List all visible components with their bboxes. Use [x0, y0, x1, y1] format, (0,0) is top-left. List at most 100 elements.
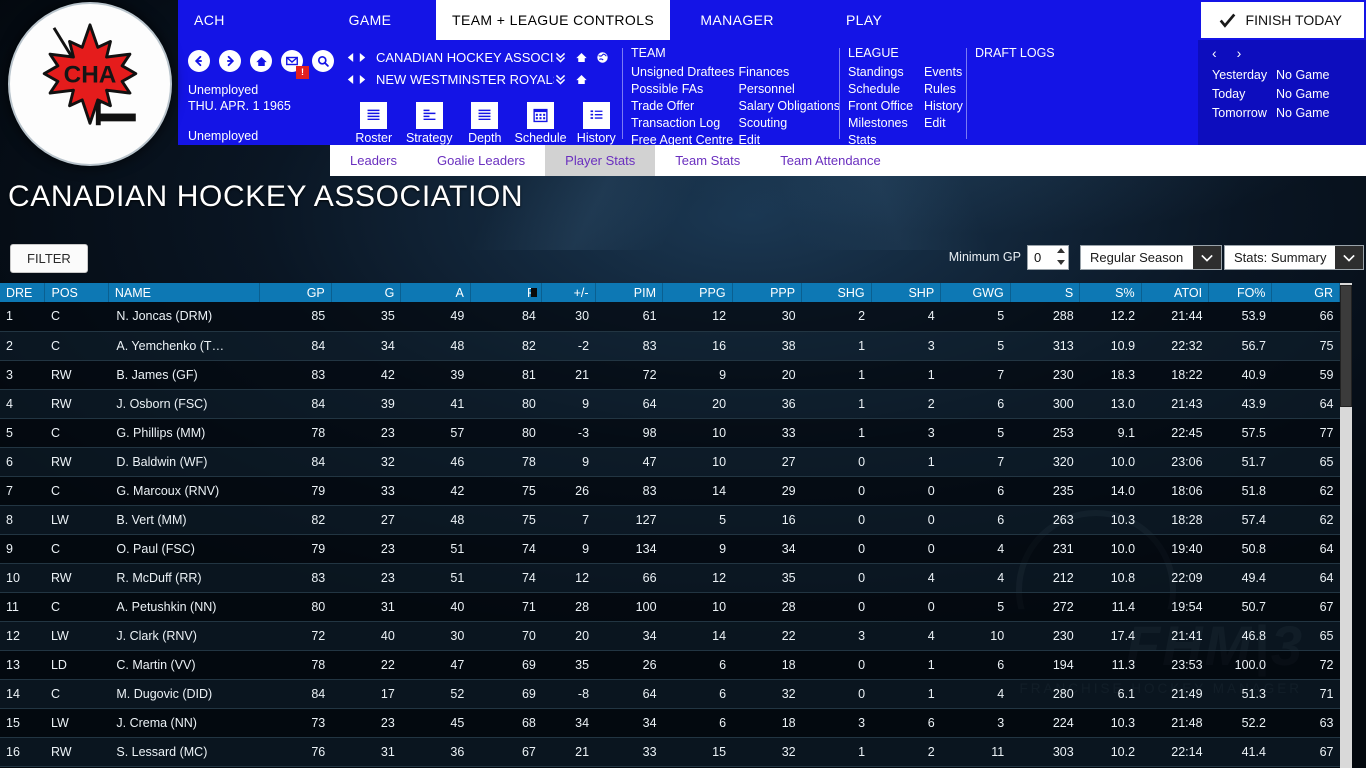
table-row[interactable]: 13 LD C. Martin (VV) 78 22 47 69 35 26 6 18 0 1 6 194 1…	[0, 650, 1340, 680]
table-row[interactable]: 16 RW S. Lessard (MC) 76 31 36 67 21 33 15 32 1 2 11 3…	[0, 737, 1340, 767]
chevron-double-down-icon[interactable]	[554, 73, 567, 86]
cell-pim: 72	[595, 360, 663, 390]
shortcut-depth[interactable]: Depth	[459, 102, 511, 145]
column-header-gwg[interactable]: GWG	[940, 283, 1011, 302]
column-header-p[interactable]: P	[470, 283, 543, 302]
column-header-pm[interactable]: +/-	[541, 283, 596, 302]
link-front-office[interactable]: Front Office	[848, 98, 920, 115]
home-button[interactable]	[250, 50, 272, 72]
menu-item-game[interactable]: GAME	[304, 0, 436, 40]
cell-p: 69	[470, 679, 542, 709]
table-row[interactable]: 1 C N. Joncas (DRM) 85 35 49 84 30 61 12 30 2 4 5 288 1…	[0, 302, 1340, 332]
column-header-ppp[interactable]: PPP	[732, 283, 803, 302]
link-league-edit[interactable]: Edit	[924, 115, 963, 132]
link-unsigned-draftees[interactable]: Unsigned Draftees	[631, 64, 735, 81]
link-events[interactable]: Events	[924, 64, 963, 81]
column-header-shg[interactable]: SHG	[801, 283, 872, 302]
minimum-gp-input[interactable]: 0	[1027, 245, 1069, 270]
table-row[interactable]: 10 RW R. McDuff (RR) 83 23 51 74 12 66 12 35 0 4 4 212…	[0, 563, 1340, 593]
column-header-atoi[interactable]: ATOI	[1141, 283, 1210, 302]
stats-view-select[interactable]: Stats: Summary	[1224, 245, 1364, 270]
table-vertical-scrollbar[interactable]	[1340, 283, 1352, 768]
home-icon[interactable]	[575, 73, 588, 86]
league-row-icons[interactable]	[554, 51, 609, 64]
filter-button[interactable]: FILTER	[10, 244, 88, 273]
mail-button[interactable]: !	[281, 50, 309, 79]
column-header-spct[interactable]: S%	[1079, 283, 1142, 302]
schedule-prev-button[interactable]: ‹	[1212, 46, 1217, 60]
link-finances[interactable]: Finances	[739, 64, 840, 81]
column-header-pos[interactable]: POS	[44, 283, 109, 302]
shortcut-strategy[interactable]: Strategy	[404, 102, 456, 145]
column-header-a[interactable]: A	[400, 283, 471, 302]
back-button[interactable]	[188, 50, 210, 72]
tab-team-stats[interactable]: Team Stats	[655, 145, 760, 176]
link-standings[interactable]: Standings	[848, 64, 920, 81]
team-selector-row[interactable]: NEW WESTMINSTER ROYALS	[346, 68, 622, 90]
league-selector-row[interactable]: CANADIAN HOCKEY ASSOCIATI	[346, 46, 622, 68]
cell-ppg: 15	[662, 737, 733, 767]
column-header-s[interactable]: S	[1010, 283, 1081, 302]
column-header-pim[interactable]: PIM	[595, 283, 664, 302]
chevron-double-down-icon[interactable]	[554, 51, 567, 64]
table-row[interactable]: 3 RW B. James (GF) 83 42 39 81 21 72 9 20 1 1 7 230 18.…	[0, 360, 1340, 390]
menu-item-play[interactable]: PLAY	[804, 0, 924, 40]
home-icon	[250, 50, 272, 72]
cell-dre: 16	[0, 737, 45, 767]
column-header-g[interactable]: G	[331, 283, 402, 302]
tab-team-attendance[interactable]: Team Attendance	[760, 145, 900, 176]
link-transaction-log[interactable]: Transaction Log	[631, 115, 735, 132]
league-prev-next-arrows[interactable]	[346, 52, 367, 63]
table-row[interactable]: 4 RW J. Osborn (FSC) 84 39 41 80 9 64 20 36 1 2 6 300 1…	[0, 389, 1340, 419]
column-header-gr[interactable]: GR	[1271, 283, 1340, 302]
tab-player-stats[interactable]: Player Stats	[545, 145, 656, 176]
column-header-name[interactable]: NAME	[108, 283, 261, 302]
season-select[interactable]: Regular Season	[1080, 245, 1222, 270]
table-row[interactable]: 14 C M. Dugovic (DID) 84 17 52 69 -8 64 6 32 0 1 4 280…	[0, 679, 1340, 709]
link-personnel[interactable]: Personnel	[739, 81, 840, 98]
search-button[interactable]	[312, 50, 334, 72]
link-salary-obligations[interactable]: Salary Obligations	[739, 98, 840, 115]
column-header-ppg[interactable]: PPG	[662, 283, 733, 302]
top-strip: ACH GAME TEAM + LEAGUE CONTROLS MANAGER …	[0, 0, 1366, 40]
shortcut-roster[interactable]: Roster	[348, 102, 400, 145]
column-header-gp[interactable]: GP	[259, 283, 332, 302]
tab-goalie-leaders[interactable]: Goalie Leaders	[417, 145, 545, 176]
tab-leaders[interactable]: Leaders	[330, 145, 417, 176]
link-trade-offer[interactable]: Trade Offer	[631, 98, 735, 115]
table-row[interactable]: 7 C G. Marcoux (RNV) 79 33 42 75 26 83 14 29 0 0 6 235…	[0, 476, 1340, 506]
column-header-label: S	[1064, 285, 1074, 300]
menu-item-ach[interactable]: ACH	[178, 0, 304, 40]
table-row[interactable]: 9 C O. Paul (FSC) 79 23 51 74 9 134 9 34 0 0 4 231 10.0…	[0, 534, 1340, 564]
column-header-fopct[interactable]: FO%	[1208, 283, 1273, 302]
table-row[interactable]: 11 C A. Petushkin (NN) 80 31 40 71 28 100 10 28 0 0 5…	[0, 592, 1340, 622]
team-row-icons[interactable]	[554, 73, 588, 86]
link-history[interactable]: History	[924, 98, 963, 115]
table-row[interactable]: 15 LW J. Crema (NN) 73 23 45 68 34 34 6 18 3 6 3 224 10…	[0, 708, 1340, 738]
finish-today-button[interactable]: FINISH TODAY	[1200, 2, 1364, 38]
table-row[interactable]: 8 LW B. Vert (MM) 82 27 48 75 7 127 5 16 0 0 6 263 10.3…	[0, 505, 1340, 535]
forward-button[interactable]	[219, 50, 241, 72]
team-prev-next-arrows[interactable]	[346, 74, 367, 85]
link-possible-fas[interactable]: Possible FAs	[631, 81, 735, 98]
column-header-dre[interactable]: DRE	[0, 283, 46, 302]
table-row[interactable]: 12 LW J. Clark (RNV) 72 40 30 70 20 34 14 22 3 4 10 23…	[0, 621, 1340, 651]
column-header-shp[interactable]: SHP	[871, 283, 942, 302]
menu-item-manager[interactable]: MANAGER	[670, 0, 804, 40]
table-row[interactable]: 2 C A. Yemchenko (T… 84 34 48 82 -2 83 16 38 1 3 5 313…	[0, 331, 1340, 361]
link-milestones[interactable]: Milestones	[848, 115, 920, 132]
link-rules[interactable]: Rules	[924, 81, 963, 98]
table-row[interactable]: 6 RW D. Baldwin (WF) 84 32 46 78 9 47 10 27 0 1 7 320 1…	[0, 447, 1340, 477]
cell-name: A. Yemchenko (T…	[108, 331, 260, 361]
table-row[interactable]: 5 C G. Phillips (MM) 78 23 57 80 -3 98 10 33 1 3 5 253…	[0, 418, 1340, 448]
link-schedule[interactable]: Schedule	[848, 81, 920, 98]
link-scouting[interactable]: Scouting	[739, 115, 840, 132]
menu-item-team-league-controls[interactable]: TEAM + LEAGUE CONTROLS	[436, 0, 671, 40]
scrollbar-thumb[interactable]	[1340, 285, 1352, 407]
globe-icon[interactable]	[596, 51, 609, 64]
shortcut-schedule[interactable]: Schedule	[515, 102, 567, 145]
schedule-next-button[interactable]: ›	[1237, 46, 1242, 60]
home-icon[interactable]	[575, 51, 588, 64]
shortcut-history[interactable]: History	[571, 102, 623, 145]
main-menubar: ACH GAME TEAM + LEAGUE CONTROLS MANAGER …	[178, 0, 1366, 40]
